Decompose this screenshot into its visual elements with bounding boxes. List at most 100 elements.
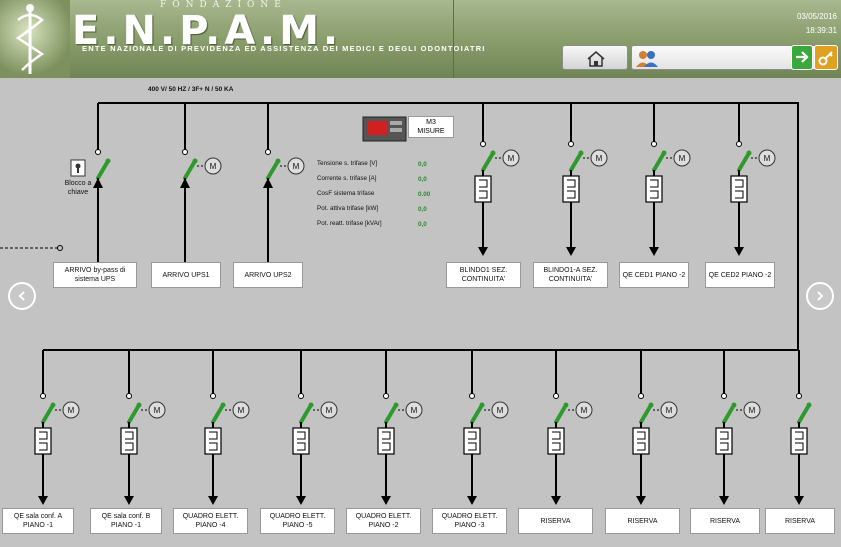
measure-value: 0,0: [418, 176, 427, 183]
bottom-feeder-label[interactable]: RISERVA: [518, 508, 593, 534]
bottom-feeder-label[interactable]: RISERVA: [690, 508, 760, 534]
bottom-feeder-5[interactable]: M: [463, 350, 509, 505]
multimeter-icon: [362, 116, 407, 142]
motor-label: M: [581, 406, 588, 415]
breaker-switch: [722, 403, 736, 424]
switch-contact: [480, 141, 486, 147]
switch-contact: [796, 393, 802, 399]
switch-contact: [469, 393, 475, 399]
breaker-switch: [96, 159, 110, 180]
m3-sub-label: MISURE: [417, 128, 445, 135]
top-feeder-label[interactable]: QE CED1 PIANO -2: [619, 262, 689, 288]
bottom-feeder-label[interactable]: QUADRO ELETT. PIANO -5: [260, 508, 335, 534]
switch-contact: [182, 149, 188, 155]
bottom-feeder-1[interactable]: M: [120, 350, 166, 505]
bottom-feeder-2[interactable]: M: [204, 350, 250, 505]
bottom-feeder-label[interactable]: QE sala conf. A PIANO -1: [2, 508, 74, 534]
bottom-feeder-label[interactable]: RISERVA: [605, 508, 680, 534]
chevron-left-icon: [18, 291, 25, 301]
motor-label: M: [238, 406, 245, 415]
top-feeder-label[interactable]: QE CED2 PIANO -2: [705, 262, 775, 288]
measure-label: Pot. attiva trifase [kW]: [317, 205, 379, 212]
switch-contact: [553, 393, 559, 399]
motor-label: M: [68, 406, 75, 415]
motor-label: M: [764, 154, 771, 163]
bottom-feeder-9[interactable]: [790, 350, 812, 505]
measure-label: Tensione s. trifase [V]: [317, 160, 378, 167]
measure-label: Corrente s. trifase [A]: [317, 175, 377, 182]
breaker-switch: [481, 151, 495, 172]
lock-icon: [70, 159, 86, 177]
switch-contact: [383, 393, 389, 399]
bottom-feeder-6[interactable]: M: [547, 350, 593, 505]
bottom-feeder-label[interactable]: QE sala conf. B PIANO -1: [90, 508, 162, 534]
m3-meter[interactable]: M3 MISURE: [362, 116, 458, 142]
breaker-switch: [41, 403, 55, 424]
measure-value: 0,0: [418, 221, 427, 228]
bottom-feeder-7[interactable]: M: [632, 350, 678, 505]
top-feeder-label[interactable]: ARRIVO UPS1: [151, 262, 221, 288]
measure-value: 0,0: [418, 206, 427, 213]
switch-contact: [95, 149, 101, 155]
breaker-switch: [554, 403, 568, 424]
m3-label-box: M3 MISURE: [408, 116, 454, 138]
bottom-feeder-0[interactable]: M: [34, 350, 80, 505]
top-feeder-2[interactable]: M: [263, 103, 305, 226]
switch-contact: [40, 393, 46, 399]
motor-label: M: [293, 162, 300, 171]
top-feeder-4[interactable]: M: [562, 103, 608, 256]
breaker-switch: [652, 151, 666, 172]
breaker-switch: [127, 403, 141, 424]
breaker-switch: [299, 403, 313, 424]
motor-label: M: [666, 406, 673, 415]
nav-next-button[interactable]: [806, 282, 834, 310]
measure-label: CosF sistema trifase: [317, 190, 375, 197]
breaker-switch: [737, 151, 751, 172]
breaker-switch: [470, 403, 484, 424]
breaker-switch: [266, 159, 280, 180]
switch-contact: [651, 141, 657, 147]
switch-contact: [721, 393, 727, 399]
top-feeder-5[interactable]: M: [645, 103, 691, 256]
bottom-feeder-label[interactable]: QUADRO ELETT. PIANO -4: [173, 508, 248, 534]
top-feeder-label[interactable]: ARRIVO by-pass di sistema UPS: [53, 262, 137, 288]
bottom-feeder-label[interactable]: QUADRO ELETT. PIANO -3: [432, 508, 507, 534]
top-feeder-1[interactable]: M: [180, 103, 222, 226]
breaker-switch: [569, 151, 583, 172]
breaker-switch: [211, 403, 225, 424]
top-feeder-6[interactable]: M: [730, 103, 776, 256]
switch-contact: [638, 393, 644, 399]
motor-label: M: [210, 162, 217, 171]
bottom-feeder-label[interactable]: RISERVA: [765, 508, 835, 534]
top-feeder-0[interactable]: [93, 103, 111, 226]
measure-label: Pot. reatt. trifase [kVAr]: [317, 220, 382, 227]
breaker-switch: [797, 403, 811, 424]
motor-label: M: [679, 154, 686, 163]
switch-contact: [126, 393, 132, 399]
motor-label: M: [596, 154, 603, 163]
bottom-feeder-label[interactable]: QUADRO ELETT. PIANO -2: [346, 508, 421, 534]
breaker-switch: [183, 159, 197, 180]
top-feeder-label[interactable]: BLINDO1-A SEZ. CONTINUITA': [533, 262, 608, 288]
switch-contact: [736, 141, 742, 147]
m3-label: M3: [426, 119, 436, 126]
chevron-right-icon: [817, 291, 824, 301]
switch-contact: [568, 141, 574, 147]
top-feeder-label[interactable]: ARRIVO UPS2: [233, 262, 303, 288]
top-feeder-label[interactable]: BLINDO1 SEZ. CONTINUITA': [446, 262, 521, 288]
nav-prev-button[interactable]: [8, 282, 36, 310]
key-lock-label: Blocco a chiave: [64, 180, 92, 196]
motor-label: M: [411, 406, 418, 415]
measure-value: 0.00: [418, 191, 431, 198]
switch-contact: [298, 393, 304, 399]
bottom-feeder-8[interactable]: M: [715, 350, 761, 505]
bottom-feeder-4[interactable]: M: [377, 350, 423, 505]
motor-label: M: [497, 406, 504, 415]
key-lock[interactable]: Blocco a chiave: [60, 159, 96, 197]
breaker-switch: [384, 403, 398, 424]
top-feeder-3[interactable]: M: [474, 103, 520, 256]
switch-contact: [265, 149, 271, 155]
motor-label: M: [508, 154, 515, 163]
switch-contact: [210, 393, 216, 399]
bottom-feeder-3[interactable]: M: [292, 350, 338, 505]
